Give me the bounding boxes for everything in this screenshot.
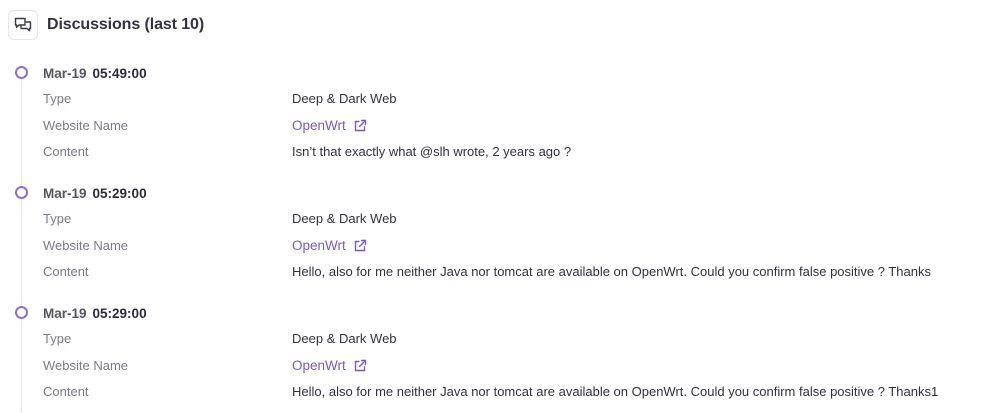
entry-timestamp: Mar-19 05:29:00 [43,186,147,201]
timeline-dot-icon [15,186,28,199]
discussions-header: Discussions (last 10) [8,10,204,40]
content-value: Isn’t that exactly what @slh wrote, 2 ye… [292,144,572,159]
timeline-dot-icon [15,66,28,79]
external-link-icon [354,119,366,131]
timeline-dot-icon [15,306,28,319]
entry-timestamp: Mar-19 05:49:00 [43,66,147,81]
entry-timestamp: Mar-19 05:29:00 [43,306,147,321]
entry-date: Mar-19 [43,306,87,321]
content-row: Content Isn’t that exactly what @slh wro… [0,144,995,164]
type-label: Type [43,211,72,226]
page-title: Discussions (last 10) [47,16,205,33]
content-value: Hello, also for me neither Java nor tomc… [292,264,931,279]
website-link-text: OpenWrt [292,238,346,253]
type-row: Type Deep & Dark Web [0,91,995,111]
type-row: Type Deep & Dark Web [0,211,995,231]
content-label: Content [43,144,89,159]
discussion-entry: Mar-19 05:29:00 Type Deep & Dark Web Webs… [0,303,995,413]
website-row: Website Name OpenWrt [0,358,995,378]
type-label: Type [43,331,72,346]
discussion-entry: Mar-19 05:29:00 Type Deep & Dark Web Webs… [0,183,995,293]
website-link-text: OpenWrt [292,118,346,133]
website-name-label: Website Name [43,118,129,133]
website-row: Website Name OpenWrt [0,238,995,258]
content-label: Content [43,264,89,279]
website-row: Website Name OpenWrt [0,118,995,138]
external-link-icon [354,359,366,371]
website-name-label: Website Name [43,238,129,253]
type-label: Type [43,91,72,106]
external-link-icon [354,239,366,251]
chat-bubbles-icon [8,10,38,40]
entry-date: Mar-19 [43,66,87,81]
entry-time: 05:29:00 [92,306,147,321]
type-value: Deep & Dark Web [292,91,397,106]
discussion-entry: Mar-19 05:49:00 Type Deep & Dark Web Webs… [0,63,995,173]
content-label: Content [43,384,89,399]
type-value: Deep & Dark Web [292,211,397,226]
website-link[interactable]: OpenWrt [292,358,367,373]
website-name-label: Website Name [43,358,129,373]
website-link[interactable]: OpenWrt [292,238,367,253]
type-value: Deep & Dark Web [292,331,397,346]
content-value: Hello, also for me neither Java nor tomc… [292,384,939,399]
content-row: Content Hello, also for me neither Java … [0,264,995,284]
content-row: Content Hello, also for me neither Java … [0,384,995,404]
entry-date: Mar-19 [43,186,87,201]
website-link-text: OpenWrt [292,358,346,373]
entry-time: 05:29:00 [92,186,147,201]
type-row: Type Deep & Dark Web [0,331,995,351]
website-link[interactable]: OpenWrt [292,118,367,133]
entry-time: 05:49:00 [92,66,147,81]
